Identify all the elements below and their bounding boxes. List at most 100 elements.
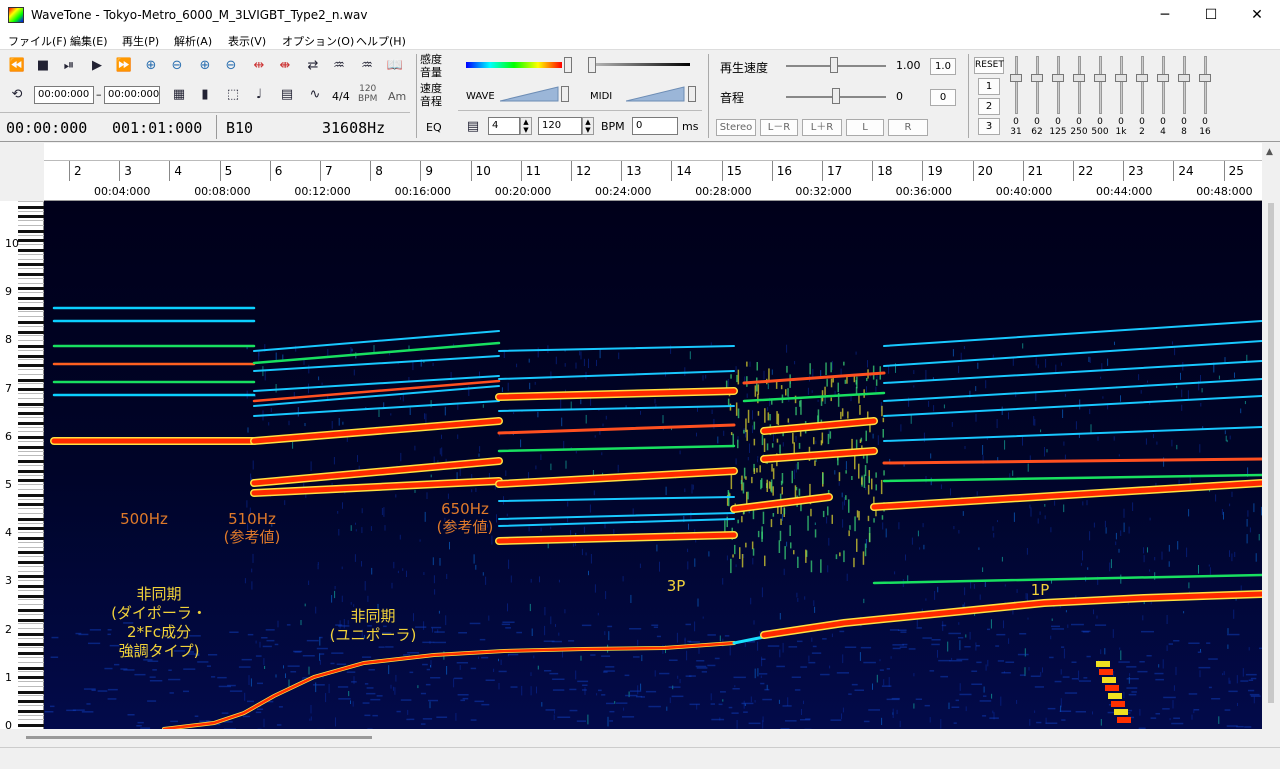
piano-keyboard[interactable]: 10 9 8 7 6 5 4 3 2 1 0 xyxy=(0,201,44,732)
range-start-input[interactable]: 00:00:000 xyxy=(34,86,94,104)
eq-thumb[interactable] xyxy=(1010,74,1022,82)
menu-help[interactable]: ヘルプ(H) xyxy=(356,33,406,49)
beats-input[interactable]: 4 xyxy=(488,117,520,135)
stop-icon[interactable]: ■ xyxy=(32,55,54,77)
minimize-button[interactable]: ─ xyxy=(1142,0,1188,30)
curve-icon[interactable]: ∿ xyxy=(304,84,326,106)
chord-button[interactable]: Am xyxy=(388,90,406,103)
eq-track[interactable] xyxy=(1078,56,1081,114)
eq-band-1k[interactable]: 0 1k xyxy=(1113,56,1129,140)
r-button[interactable]: R xyxy=(888,119,928,136)
vertical-scrollbar[interactable]: ▲ xyxy=(1262,143,1280,729)
eq-preset-3[interactable]: 3 xyxy=(978,118,1000,135)
l-button[interactable]: L xyxy=(846,119,884,136)
spectrum-icon[interactable]: ♒ xyxy=(356,55,378,77)
zoom-out-horizontal-icon[interactable]: ⊖ xyxy=(166,55,188,77)
playback-speed-thumb[interactable] xyxy=(830,57,838,73)
eq-thumb[interactable] xyxy=(1178,74,1190,82)
swap-icon[interactable]: ⇄ xyxy=(302,55,324,77)
eq-thumb[interactable] xyxy=(1157,74,1169,82)
beats-spinner[interactable]: ▲ ▼ xyxy=(520,117,532,135)
menu-options[interactable]: オプション(O) xyxy=(282,33,354,49)
expand-icon[interactable]: ⇹ xyxy=(248,55,270,77)
range-end-input[interactable]: 00:00:000 xyxy=(104,86,160,104)
ms-input[interactable]: 0 xyxy=(632,117,678,135)
wave-thumb[interactable] xyxy=(561,86,569,102)
rewind-icon[interactable]: ⏪ xyxy=(6,55,28,77)
eq-band-4[interactable]: 04 xyxy=(1155,56,1171,140)
eq-thumb[interactable] xyxy=(1199,74,1211,82)
midi-volume-wedge[interactable] xyxy=(626,86,686,102)
pitch-thumb[interactable] xyxy=(832,88,840,104)
close-button[interactable]: ✕ xyxy=(1234,0,1280,30)
spectrogram[interactable]: 500Hz 510Hz (参考値) 650Hz (参考値) 非同期 (ダイポーラ… xyxy=(44,201,1262,729)
eq-track[interactable] xyxy=(1183,56,1186,114)
menu-play[interactable]: 再生(P) xyxy=(122,33,159,49)
stereo-button[interactable]: Stereo xyxy=(716,119,756,136)
eq-band-62[interactable]: 0 62 xyxy=(1029,56,1045,140)
eq-thumb[interactable] xyxy=(1031,74,1043,82)
menu-view[interactable]: 表示(V) xyxy=(228,33,266,49)
eq-band-8[interactable]: 08 xyxy=(1176,56,1192,140)
fast-forward-icon[interactable]: ⏩ xyxy=(113,55,135,77)
eq-band-500[interactable]: 0 500 xyxy=(1091,56,1109,140)
select-icon[interactable]: ⬚ xyxy=(222,84,244,106)
eq-track[interactable] xyxy=(1057,56,1060,114)
pitch-reset[interactable]: 0 xyxy=(930,89,956,106)
vertical-scroll-thumb[interactable] xyxy=(1268,203,1274,703)
eq-band-2[interactable]: 02 xyxy=(1134,56,1150,140)
eq-track[interactable] xyxy=(1120,56,1123,114)
eq-thumb[interactable] xyxy=(1094,74,1106,82)
scroll-up-icon[interactable]: ▲ xyxy=(1266,147,1273,157)
note-icon[interactable]: ♩ xyxy=(248,84,270,106)
bpm-indicator[interactable]: 120 BPM xyxy=(358,84,377,104)
eq-band-125[interactable]: 0 125 xyxy=(1049,56,1067,140)
zoom-in-horizontal-icon[interactable]: ⊕ xyxy=(140,55,162,77)
menu-edit[interactable]: 編集(E) xyxy=(70,33,108,49)
marker-icon[interactable]: ▮ xyxy=(194,84,216,106)
bpm-input[interactable]: 120 xyxy=(538,117,582,135)
midi-thumb[interactable] xyxy=(688,86,696,102)
eq-track[interactable] xyxy=(1099,56,1102,114)
eq-band-31[interactable]: 0 31 xyxy=(1008,56,1024,140)
eq-track[interactable] xyxy=(1015,56,1018,114)
eq-thumb[interactable] xyxy=(1052,74,1064,82)
eq-thumb[interactable] xyxy=(1115,74,1127,82)
volume-slider-track[interactable] xyxy=(592,63,690,66)
volume-thumb[interactable] xyxy=(588,57,596,73)
eq-preset-2[interactable]: 2 xyxy=(978,98,1000,115)
play-icon[interactable]: ▶ xyxy=(86,55,108,77)
layout-icon[interactable]: ▦ xyxy=(168,84,190,106)
eq-track[interactable] xyxy=(1204,56,1207,114)
sensitivity-gradient[interactable] xyxy=(466,62,562,68)
time-signature[interactable]: 4/4 xyxy=(332,90,350,103)
loop-icon[interactable]: ⟲ xyxy=(6,84,28,106)
horizontal-scrollbar[interactable] xyxy=(0,729,1262,747)
eq-track[interactable] xyxy=(1141,56,1144,114)
menu-analyze[interactable]: 解析(A) xyxy=(174,33,212,49)
eq-band-250[interactable]: 0 250 xyxy=(1070,56,1088,140)
shrink-icon[interactable]: ⇼ xyxy=(274,55,296,77)
wave-analyze-icon[interactable]: ♒ xyxy=(328,55,350,77)
eq-preset-1[interactable]: 1 xyxy=(978,78,1000,95)
eq-reset-button[interactable]: RESET xyxy=(974,57,1004,74)
eq-track[interactable] xyxy=(1162,56,1165,114)
bpm-spinner[interactable]: ▲ ▼ xyxy=(582,117,594,135)
horizontal-scroll-thumb[interactable] xyxy=(26,736,372,739)
menu-file[interactable]: ファイル(F) xyxy=(8,33,67,49)
l-plus-r-button[interactable]: L＋R xyxy=(802,119,842,136)
sensitivity-thumb[interactable] xyxy=(564,57,572,73)
zoom-in-vertical-icon[interactable]: ⊕ xyxy=(194,55,216,77)
wave-volume-wedge[interactable] xyxy=(500,86,560,102)
grid-icon[interactable]: ▤ xyxy=(276,84,298,106)
maximize-button[interactable]: ☐ xyxy=(1188,0,1234,30)
zoom-out-vertical-icon[interactable]: ⊖ xyxy=(220,55,242,77)
eq-thumb[interactable] xyxy=(1136,74,1148,82)
playback-speed-reset[interactable]: 1.0 xyxy=(930,58,956,75)
pause-play-icon[interactable]: ⏯ xyxy=(58,55,80,77)
book-icon[interactable]: 📖 xyxy=(384,55,406,77)
eq-band-16[interactable]: 0 16 xyxy=(1197,56,1213,140)
eq-thumb[interactable] xyxy=(1073,74,1085,82)
timeline-ruler[interactable]: 2 3 4 5 6 7 8 9 10 11 12 13 14 15 16 17 18 19 20 21 22 23 24 25… xyxy=(44,143,1280,201)
eq-track[interactable] xyxy=(1036,56,1039,114)
